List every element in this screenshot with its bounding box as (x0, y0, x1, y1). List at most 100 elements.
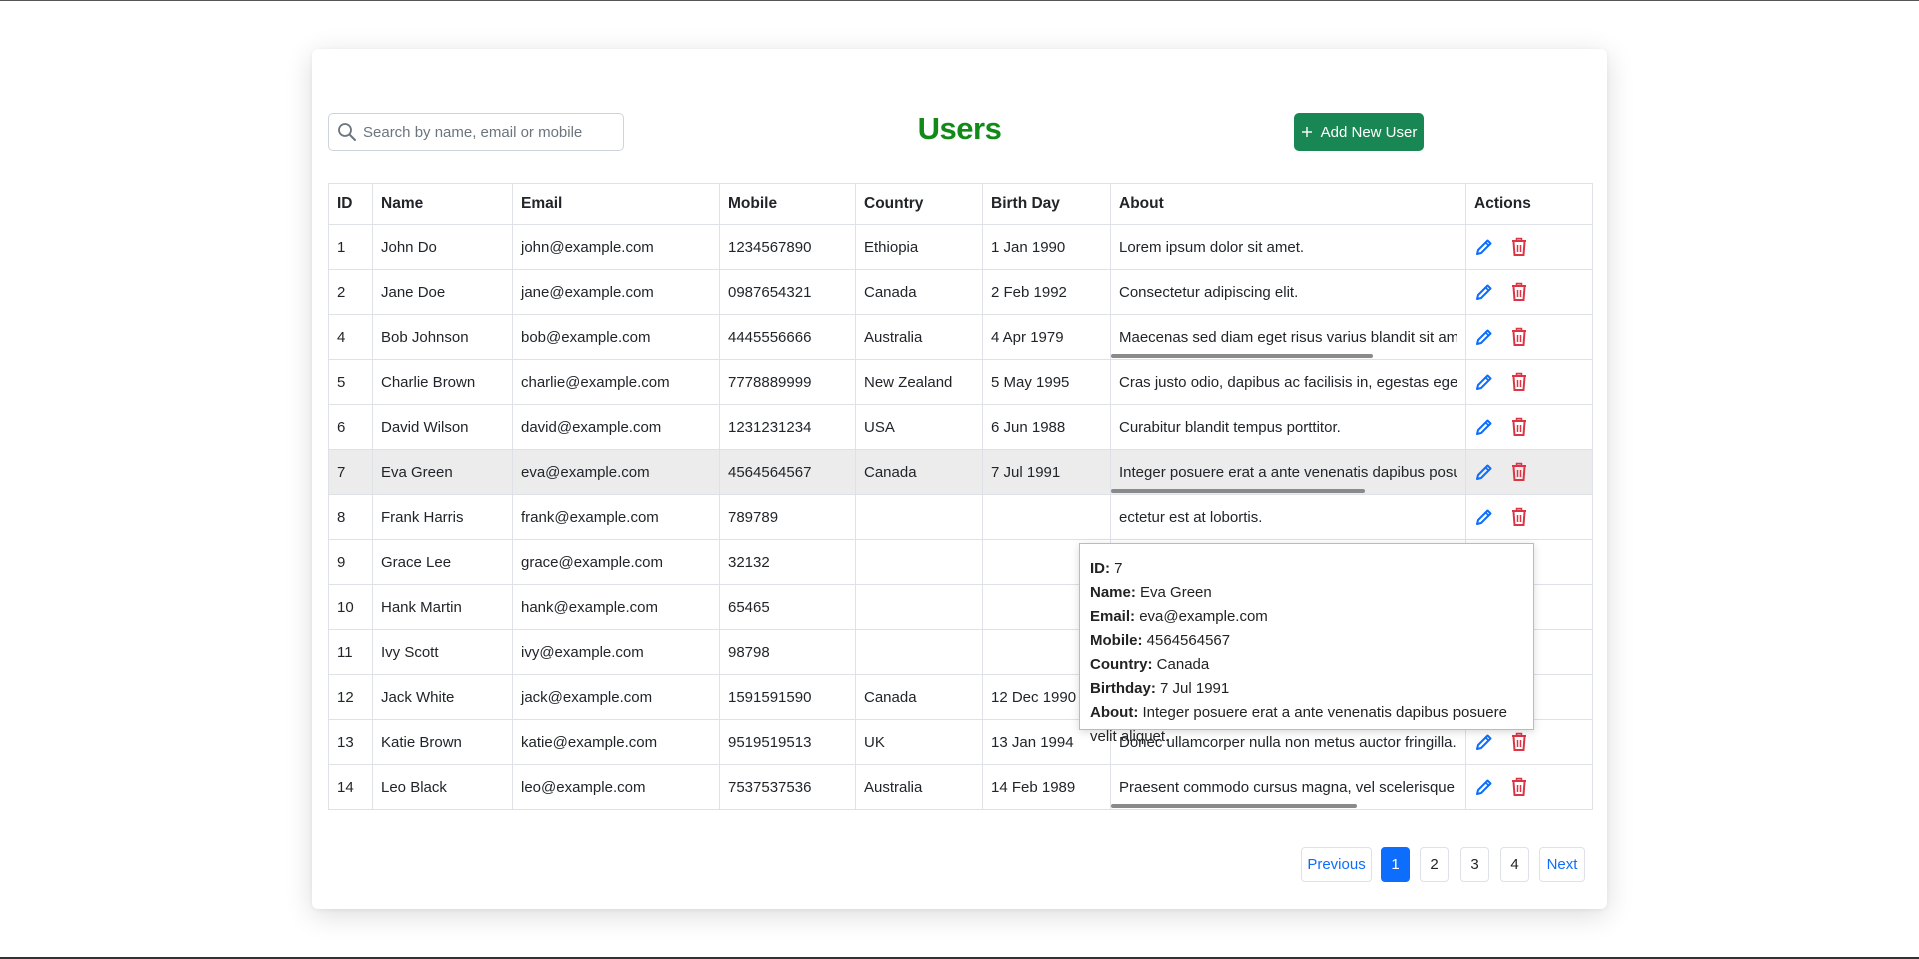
cell-email: john@example.com (512, 224, 720, 270)
cell-about: Cras justo odio, dapibus ac facilisis in… (1110, 359, 1466, 405)
cell-id: 2 (328, 269, 373, 315)
cell-email: jack@example.com (512, 674, 720, 720)
cell-country: Canada (855, 674, 983, 720)
cell-actions (1465, 314, 1593, 360)
pagination-next-button[interactable]: Next (1539, 847, 1585, 882)
table-row[interactable]: 14 Leo Black leo@example.com 7537537536 Aust… (328, 764, 1593, 810)
row-actions (1474, 417, 1584, 437)
table-row[interactable]: 2 Jane Doe jane@example.com 0987654321 Canad… (328, 269, 1593, 315)
cell-id: 6 (328, 404, 373, 450)
cell-name: David Wilson (372, 404, 513, 450)
pagination-page-4[interactable]: 4 (1500, 847, 1529, 882)
cell-birthday: 2 Feb 1992 (982, 269, 1111, 315)
pagination-page-1[interactable]: 1 (1381, 847, 1410, 882)
cell-birthday: 7 Jul 1991 (982, 449, 1111, 495)
column-header-id: ID (328, 183, 373, 225)
cell-id: 1 (328, 224, 373, 270)
pagination-page-2[interactable]: 2 (1420, 847, 1449, 882)
cell-actions (1465, 494, 1593, 540)
cell-country (855, 584, 983, 630)
edit-user-pencil-icon[interactable] (1474, 507, 1494, 527)
tooltip-email-label: Email: (1090, 608, 1136, 625)
cell-mobile: 32132 (719, 539, 856, 585)
edit-user-pencil-icon[interactable] (1474, 462, 1494, 482)
table-row[interactable]: 7 Eva Green eva@example.com 4564564567 Canad… (328, 449, 1593, 495)
cell-mobile: 7537537536 (719, 764, 856, 810)
about-text: Curabitur blandit tempus porttitor. (1119, 418, 1341, 436)
pagination-page-3[interactable]: 3 (1460, 847, 1489, 882)
table-row[interactable]: 6 David Wilson david@example.com 1231231234… (328, 404, 1593, 450)
cell-id: 14 (328, 764, 373, 810)
users-card: Users Add New User ID Name Email Mobile … (312, 49, 1607, 909)
tooltip-mobile-line: Mobile: 4564564567 (1090, 629, 1523, 653)
cell-mobile: 789789 (719, 494, 856, 540)
row-actions (1474, 462, 1584, 482)
cell-actions (1465, 404, 1593, 450)
delete-user-trash-icon[interactable] (1510, 507, 1528, 527)
table-row[interactable]: 4 Bob Johnson bob@example.com 4445556666 Aus… (328, 314, 1593, 360)
cell-about: Curabitur blandit tempus porttitor. (1110, 404, 1466, 450)
tooltip-country-value: Canada (1156, 656, 1210, 673)
tooltip-name-value: Eva Green (1140, 584, 1212, 601)
row-actions (1474, 372, 1584, 392)
tooltip-id-line: ID: 7 (1090, 557, 1523, 581)
edit-user-pencil-icon[interactable] (1474, 282, 1494, 302)
edit-user-pencil-icon[interactable] (1474, 327, 1494, 347)
cell-mobile: 4564564567 (719, 449, 856, 495)
cell-country: Canada (855, 449, 983, 495)
column-header-country: Country (855, 183, 983, 225)
cell-mobile: 7778889999 (719, 359, 856, 405)
about-scrollbar[interactable] (1111, 354, 1373, 358)
pagination-previous-button[interactable]: Previous (1301, 847, 1372, 882)
cell-email: jane@example.com (512, 269, 720, 315)
cell-about: Lorem ipsum dolor sit amet. (1110, 224, 1466, 270)
cell-birthday (982, 494, 1111, 540)
cell-name: Eva Green (372, 449, 513, 495)
delete-user-trash-icon[interactable] (1510, 372, 1528, 392)
cell-email: leo@example.com (512, 764, 720, 810)
table-row[interactable]: 8 Frank Harris frank@example.com 789789 ecte… (328, 494, 1593, 540)
add-user-label: Add New User (1320, 123, 1418, 141)
cell-mobile: 98798 (719, 629, 856, 675)
tooltip-about-line: About: Integer posuere erat a ante venen… (1090, 701, 1523, 749)
cell-email: eva@example.com (512, 449, 720, 495)
delete-user-trash-icon[interactable] (1510, 417, 1528, 437)
tooltip-email-line: Email: eva@example.com (1090, 605, 1523, 629)
cell-about: Integer posuere erat a ante venenatis da… (1110, 449, 1466, 495)
cell-country: Ethiopia (855, 224, 983, 270)
edit-user-pencil-icon[interactable] (1474, 372, 1494, 392)
cell-name: Frank Harris (372, 494, 513, 540)
cell-birthday: 5 May 1995 (982, 359, 1111, 405)
edit-user-pencil-icon[interactable] (1474, 237, 1494, 257)
tooltip-country-label: Country: (1090, 656, 1153, 673)
delete-user-trash-icon[interactable] (1510, 777, 1528, 797)
tooltip-id-label: ID: (1090, 560, 1110, 577)
delete-user-trash-icon[interactable] (1510, 237, 1528, 257)
edit-user-pencil-icon[interactable] (1474, 417, 1494, 437)
cell-mobile: 4445556666 (719, 314, 856, 360)
table-row[interactable]: 5 Charlie Brown charlie@example.com 7778889… (328, 359, 1593, 405)
cell-name: Bob Johnson (372, 314, 513, 360)
column-header-about: About (1110, 183, 1466, 225)
delete-user-trash-icon[interactable] (1510, 282, 1528, 302)
cell-id: 5 (328, 359, 373, 405)
cell-birthday: 14 Feb 1989 (982, 764, 1111, 810)
cell-id: 9 (328, 539, 373, 585)
cell-id: 7 (328, 449, 373, 495)
about-scrollbar[interactable] (1111, 804, 1357, 808)
about-scrollbar[interactable] (1111, 489, 1365, 493)
cell-id: 8 (328, 494, 373, 540)
cell-mobile: 65465 (719, 584, 856, 630)
tooltip-country-line: Country: Canada (1090, 653, 1523, 677)
cell-email: charlie@example.com (512, 359, 720, 405)
cell-id: 10 (328, 584, 373, 630)
cell-email: frank@example.com (512, 494, 720, 540)
cell-mobile: 1591591590 (719, 674, 856, 720)
edit-user-pencil-icon[interactable] (1474, 777, 1494, 797)
delete-user-trash-icon[interactable] (1510, 462, 1528, 482)
table-row[interactable]: 1 John Do john@example.com 1234567890 Ethiop… (328, 224, 1593, 270)
add-user-button[interactable]: Add New User (1294, 113, 1424, 151)
delete-user-trash-icon[interactable] (1510, 327, 1528, 347)
cell-name: Jane Doe (372, 269, 513, 315)
cell-about: Praesent commodo cursus magna, vel scele… (1110, 764, 1466, 810)
